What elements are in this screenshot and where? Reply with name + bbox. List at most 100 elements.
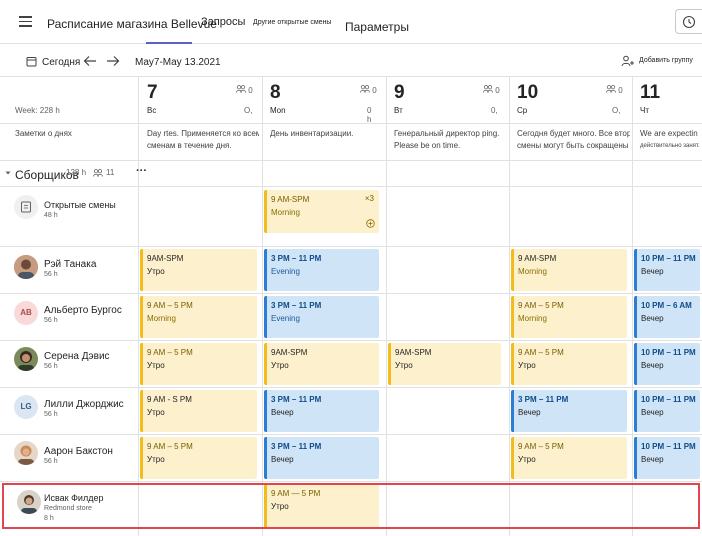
selected-row-highlight: [2, 483, 700, 529]
day-note[interactable]: Day rtes. Применяется ко всем сменам в т…: [147, 128, 259, 152]
person-name[interactable]: Аарон Бакстон: [44, 446, 113, 457]
day-name: Вт: [394, 106, 403, 115]
shift-card[interactable]: 9AM-SPM Утро: [264, 343, 379, 385]
open-shift-card[interactable]: 9 AM-SPM Morning ×3: [264, 190, 379, 233]
shift-card[interactable]: 9 AM - S PM Утро: [140, 390, 257, 432]
day-hours: O,: [244, 106, 253, 115]
shift-label: Morning: [271, 208, 300, 217]
shift-card[interactable]: 3 PM – 11 PM Вечер: [264, 437, 379, 479]
tab-requests[interactable]: Запросы: [201, 16, 245, 28]
day-note-line: сменам в течение дня.: [147, 141, 232, 150]
day-note-line: действительно занят.: [640, 143, 700, 149]
person-hours: 56 h: [44, 411, 58, 418]
day-name: Вс: [147, 106, 157, 115]
shift-card[interactable]: 3 PM – 11 PM Вечер: [511, 390, 627, 432]
more-options-icon[interactable]: ···: [136, 165, 147, 177]
shift-card[interactable]: 10 PM – 6 AM Вечер: [634, 296, 700, 338]
shift-card[interactable]: 10 PM – 11 PM Вечер: [634, 249, 700, 291]
shift-label: Вечер: [641, 314, 664, 323]
shift-label: Утро: [147, 455, 165, 464]
hamburger-menu-icon[interactable]: [19, 16, 32, 27]
header-divider: [0, 123, 702, 124]
collapse-chevron-icon[interactable]: [5, 170, 11, 176]
shift-card[interactable]: 3 PM – 11 PM Evening: [264, 296, 379, 338]
add-group-button[interactable]: Добавить группу: [639, 57, 693, 64]
open-shifts-hours: 48 h: [44, 212, 58, 219]
day-notes-label: Заметки о днях: [15, 129, 72, 138]
person-name[interactable]: Лилли Джорджис: [44, 399, 124, 410]
today-button[interactable]: Сегодня: [42, 57, 80, 68]
tab-settings[interactable]: Параметры: [345, 20, 409, 34]
day-hours: 0,: [491, 106, 498, 115]
person-name[interactable]: Альберто Бургос: [44, 305, 122, 316]
people-count-value: 0: [618, 86, 623, 95]
day-note[interactable]: День инвентаризации.: [270, 128, 382, 140]
column-divider: [509, 76, 510, 536]
group-people-count: 11: [106, 168, 115, 177]
day-note[interactable]: We are expectin действительно занят.: [640, 128, 700, 152]
people-count-value: 0: [248, 86, 253, 95]
shift-card[interactable]: 3 PM – 11 PM Вечер: [264, 390, 379, 432]
shift-label: Evening: [271, 267, 300, 276]
shift-card[interactable]: 9 AM – 5 PM Утро: [140, 437, 257, 479]
shift-time: 3 PM – 11 PM: [271, 442, 322, 451]
shift-time: 10 PM – 11 PM: [641, 254, 696, 263]
person-name[interactable]: Серена Дэвис: [44, 351, 110, 362]
day-name: Ср: [517, 106, 528, 115]
add-circle-icon[interactable]: [366, 219, 375, 228]
shift-time: 3 PM – 11 PM: [271, 254, 322, 263]
date-range-picker[interactable]: May7-May 13.2021: [135, 57, 221, 68]
header-top-divider: [0, 76, 702, 77]
person-hours: 56 h: [44, 458, 58, 465]
avatar: [14, 255, 38, 279]
shift-card[interactable]: 10 PM – 11 PM Вечер: [634, 437, 700, 479]
shift-label: Вечер: [518, 408, 541, 417]
shift-time: 9AM-SPM: [147, 254, 184, 263]
tab-schedule-title[interactable]: Расписание магазина Bellevue: [47, 17, 217, 31]
shift-time: 9 AM – 5 PM: [518, 301, 564, 310]
shift-label: Утро: [271, 361, 289, 370]
row-divider: [0, 246, 702, 247]
shift-card[interactable]: 9 AM-SPM Morning: [511, 249, 627, 291]
shift-time: 9 AM – 5 PM: [518, 442, 564, 451]
arrow-right-icon[interactable]: [106, 55, 120, 67]
shift-label: Morning: [147, 314, 176, 323]
shift-label: Вечер: [641, 267, 664, 276]
shift-label: Утро: [518, 361, 536, 370]
day-note-line: смены могут быть сокращены на: [517, 141, 630, 150]
shift-time: 3 PM – 11 PM: [271, 395, 322, 404]
notes-divider: [0, 160, 702, 161]
shift-card[interactable]: 9 AM – 5 PM Morning: [511, 296, 627, 338]
day-name: Чт: [640, 106, 649, 115]
shift-card[interactable]: 10 PM – 11 PM Вечер: [634, 343, 700, 385]
day-note-line: Please be on time.: [394, 141, 461, 150]
week-hours: Week: 228 h: [15, 106, 60, 115]
day-note-line: We are expectin: [640, 129, 698, 138]
shift-label: Morning: [518, 267, 547, 276]
shift-card[interactable]: 9 AM – 5 PM Утро: [511, 343, 627, 385]
row-divider: [0, 387, 702, 388]
add-group-icon[interactable]: [621, 55, 635, 67]
day-number: 8: [270, 82, 281, 103]
day-note-line: Генеральный директор ping.: [394, 129, 500, 138]
day-note[interactable]: Сегодня будет много. Все вторые смены мо…: [517, 128, 630, 152]
avatar-initials: AB: [20, 308, 32, 317]
clock-button[interactable]: [675, 9, 702, 34]
shift-time: 9 AM - S PM: [147, 395, 192, 404]
calendar-today-icon[interactable]: [26, 56, 37, 67]
shift-card[interactable]: 9 AM – 5 PM Утро: [140, 343, 257, 385]
column-divider: [632, 76, 633, 536]
day-note-line: День инвентаризации.: [270, 129, 354, 138]
shift-card[interactable]: 9AM-SPM Утро: [388, 343, 501, 385]
arrow-left-icon[interactable]: [83, 55, 97, 67]
shift-time: 3 PM – 11 PM: [518, 395, 569, 404]
tab-open-shifts[interactable]: Другие открытые смены: [253, 19, 331, 26]
shift-card[interactable]: 10 PM – 11 PM Вечер: [634, 390, 700, 432]
people-count: 0: [236, 85, 253, 95]
person-name[interactable]: Рэй Танака: [44, 259, 96, 270]
shift-card[interactable]: 3 PM – 11 PM Evening: [264, 249, 379, 291]
shift-card[interactable]: 9AM-SPM Утро: [140, 249, 257, 291]
shift-card[interactable]: 9 AM – 5 PM Утро: [511, 437, 627, 479]
shift-card[interactable]: 9 AM – 5 PM Morning: [140, 296, 257, 338]
day-note[interactable]: Генеральный директор ping. Please be on …: [394, 128, 506, 152]
